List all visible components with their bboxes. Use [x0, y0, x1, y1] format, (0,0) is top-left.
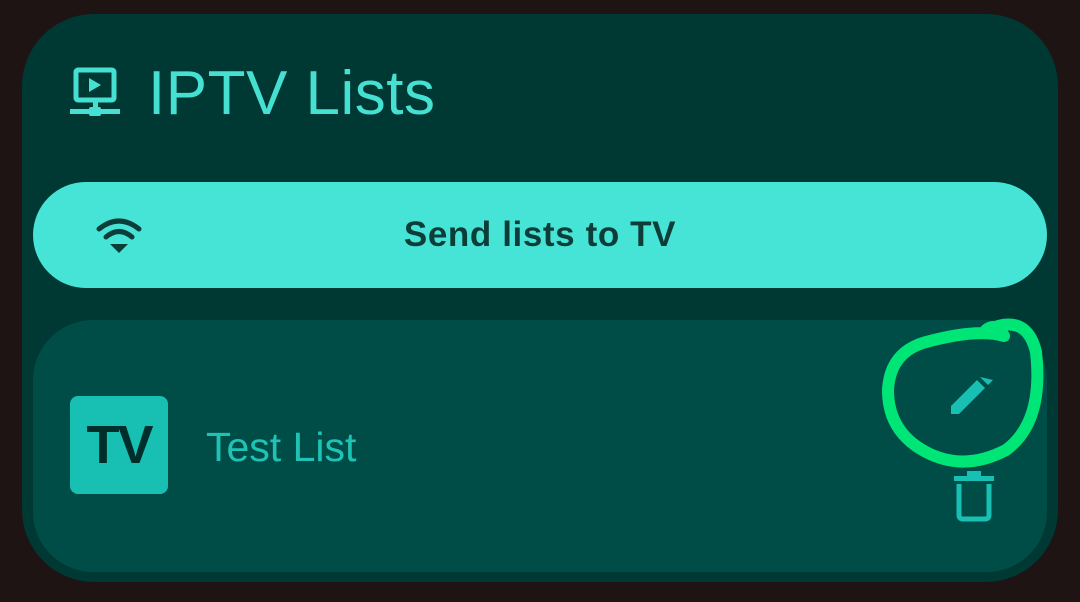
send-lists-to-tv-button[interactable]: Send lists to TV — [33, 182, 1047, 288]
edit-list-button[interactable] — [945, 366, 1001, 422]
list-logo: TV — [70, 396, 168, 494]
dialog-title: IPTV Lists — [148, 59, 436, 128]
pencil-icon — [947, 366, 999, 423]
wifi-icon — [95, 215, 143, 255]
network-monitor-icon — [68, 62, 126, 126]
list-name: Test List — [206, 424, 357, 470]
list-item[interactable]: TV Test List — [33, 320, 1047, 572]
send-lists-label: Send lists to TV — [403, 215, 677, 254]
trash-icon — [951, 469, 997, 528]
dialog-header: IPTV Lists — [68, 54, 436, 134]
iptv-lists-dialog: IPTV Lists Send lists to TV TV Test List — [22, 14, 1058, 582]
delete-list-button[interactable] — [947, 468, 1001, 528]
